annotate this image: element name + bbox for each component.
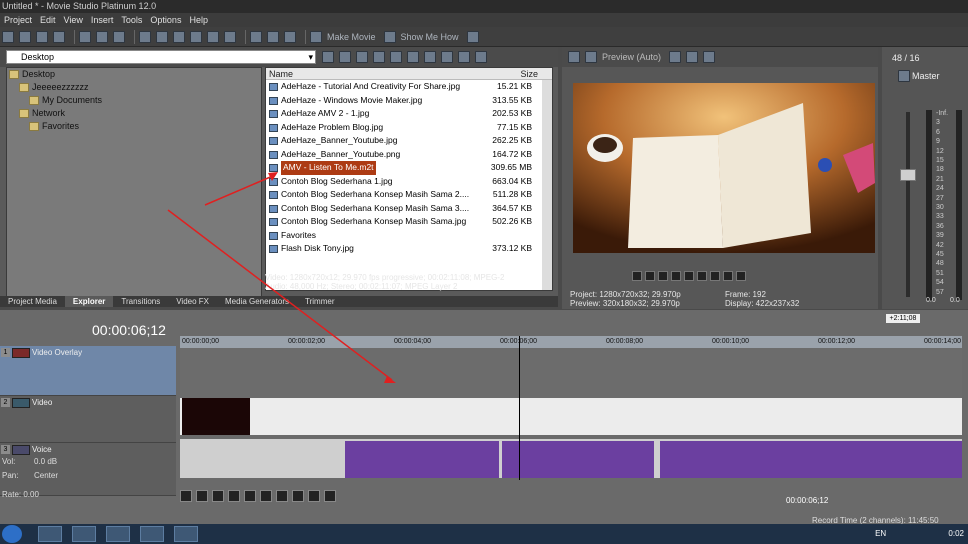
start-button[interactable] xyxy=(2,525,22,543)
system-tray: EN 0:02 xyxy=(875,529,964,538)
taskbar-app-icon[interactable] xyxy=(72,526,96,542)
taskbar-app-icon[interactable] xyxy=(38,526,62,542)
language-indicator[interactable]: EN xyxy=(875,529,886,538)
taskbar-app-icon[interactable] xyxy=(106,526,130,542)
taskbar-app-icon[interactable] xyxy=(174,526,198,542)
annotation-arrows xyxy=(167,172,396,383)
clock[interactable]: 0:02 xyxy=(948,529,964,538)
taskbar-app-icon[interactable] xyxy=(140,526,164,542)
taskbar: EN 0:02 xyxy=(0,524,968,544)
